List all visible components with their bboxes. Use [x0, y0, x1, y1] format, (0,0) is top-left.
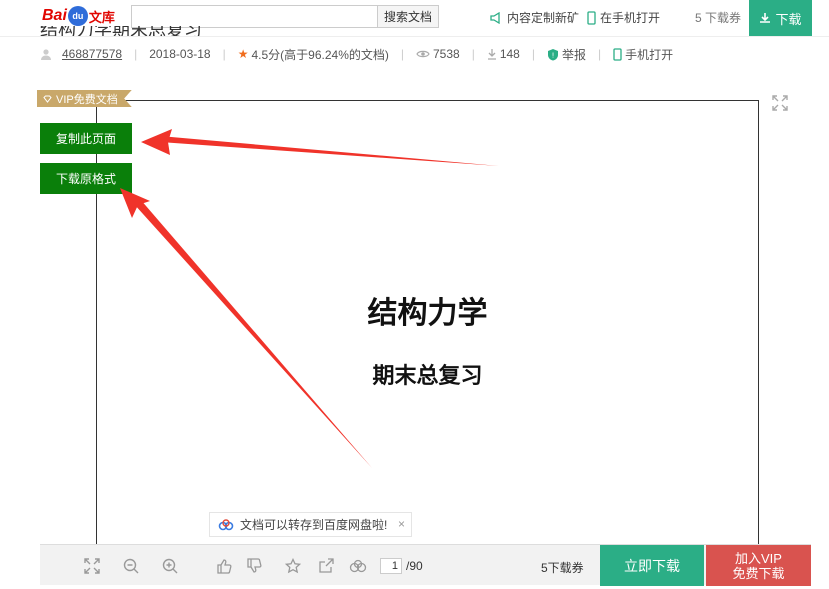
svg-text:!: !: [552, 51, 555, 59]
document-subheading: 期末总复习: [372, 363, 483, 389]
vip-tag-label: VIP免费文档: [56, 93, 118, 106]
phone-icon: [587, 10, 596, 25]
search-input[interactable]: [131, 5, 378, 28]
doc-title-text: 结构力学期末总复习: [40, 26, 202, 36]
phone-icon: [613, 47, 622, 61]
diamond-icon: [43, 95, 52, 103]
user-icon: [40, 48, 52, 60]
doc-meta-row: 468877578 | 2018-03-18 | ★ 4.5分(高于96.24%…: [40, 45, 673, 63]
separator: |: [531, 47, 535, 61]
separator: |: [597, 47, 602, 61]
header-divider: [0, 36, 829, 37]
coupon-count: 5 下载券: [695, 11, 742, 25]
toast-message: 文档可以转存到百度网盘啦!: [240, 518, 388, 532]
download-original-button[interactable]: 下载原格式: [40, 163, 132, 194]
star-favorite-icon[interactable]: [284, 557, 302, 575]
bottom-coupon-count: 5下载券: [541, 561, 584, 575]
doc-title-partial: 结构力学期末总复习: [40, 26, 260, 36]
baidu-wenku-logo[interactable]: Bai du 文库: [42, 6, 115, 26]
report-link[interactable]: ! 举报: [547, 46, 586, 63]
search-button[interactable]: 搜索文档: [377, 5, 439, 28]
report-label: 举报: [561, 47, 586, 62]
views-text: 7538: [432, 47, 460, 61]
vip-button-line2: 免费下载: [732, 565, 785, 581]
star-icon: ★: [237, 47, 249, 61]
separator: |: [400, 47, 404, 61]
open-on-phone-label: 在手机打开: [600, 11, 661, 25]
download-now-button[interactable]: 立即下载: [600, 545, 704, 586]
separator: |: [222, 47, 226, 61]
copy-page-button[interactable]: 复制此页面: [40, 123, 132, 154]
separator: |: [134, 47, 138, 61]
download-count: 148: [487, 47, 520, 61]
close-icon[interactable]: ×: [398, 517, 405, 531]
shield-icon: !: [547, 48, 559, 61]
zoom-in-icon[interactable]: [161, 557, 179, 575]
download-icon: [759, 12, 771, 24]
bottom-toolbar: /90 5下载券 立即下载 加入VIP 免费下载: [40, 544, 811, 586]
custom-service-label: 内容定制新矿: [507, 11, 579, 25]
share-icon[interactable]: [317, 557, 335, 575]
top-download-label: 下载: [775, 11, 802, 27]
vip-button-line1: 加入VIP: [735, 550, 782, 566]
custom-service-link[interactable]: 内容定制新矿: [490, 9, 579, 26]
rating: ★ 4.5分(高于96.24%的文档): [238, 46, 389, 63]
megaphone-icon: [490, 11, 503, 24]
author-link[interactable]: 468877578: [62, 47, 122, 61]
eye-icon: [416, 49, 430, 59]
baidu-netdisk-icon: [218, 518, 234, 531]
zoom-out-icon[interactable]: [122, 557, 140, 575]
view-count: 7538: [416, 47, 460, 61]
netdisk-save-icon[interactable]: [349, 557, 367, 575]
download-small-icon: [487, 48, 497, 60]
logo-text-bai: Bai: [42, 7, 67, 24]
open-on-phone-link[interactable]: 在手机打开: [587, 9, 660, 26]
rating-text: 4.5分(高于96.24%的文档): [251, 47, 389, 62]
thumbs-up-icon[interactable]: [215, 557, 233, 575]
downloads-text: 148: [499, 47, 520, 61]
vip-free-tag: VIP免费文档: [37, 90, 132, 107]
page-number-input[interactable]: [380, 558, 402, 574]
logo-paw: du: [67, 6, 88, 26]
top-download-button[interactable]: 下载: [749, 0, 812, 36]
separator: |: [471, 47, 475, 61]
logo-text-wenku: 文库: [88, 9, 115, 25]
join-vip-button[interactable]: 加入VIP 免费下载: [706, 545, 811, 586]
page-total: /90: [406, 559, 423, 573]
upload-date: 2018-03-18: [149, 47, 211, 61]
mobile-open-label: 手机打开: [625, 47, 674, 62]
netdisk-toast: 文档可以转存到百度网盘啦! ×: [209, 512, 412, 537]
mobile-open-link[interactable]: 手机打开: [613, 46, 673, 63]
thumbs-down-icon[interactable]: [245, 557, 263, 575]
document-heading: 结构力学: [367, 296, 488, 331]
fullscreen-toggle-icon[interactable]: [83, 557, 101, 575]
fullscreen-icon[interactable]: [772, 95, 788, 111]
